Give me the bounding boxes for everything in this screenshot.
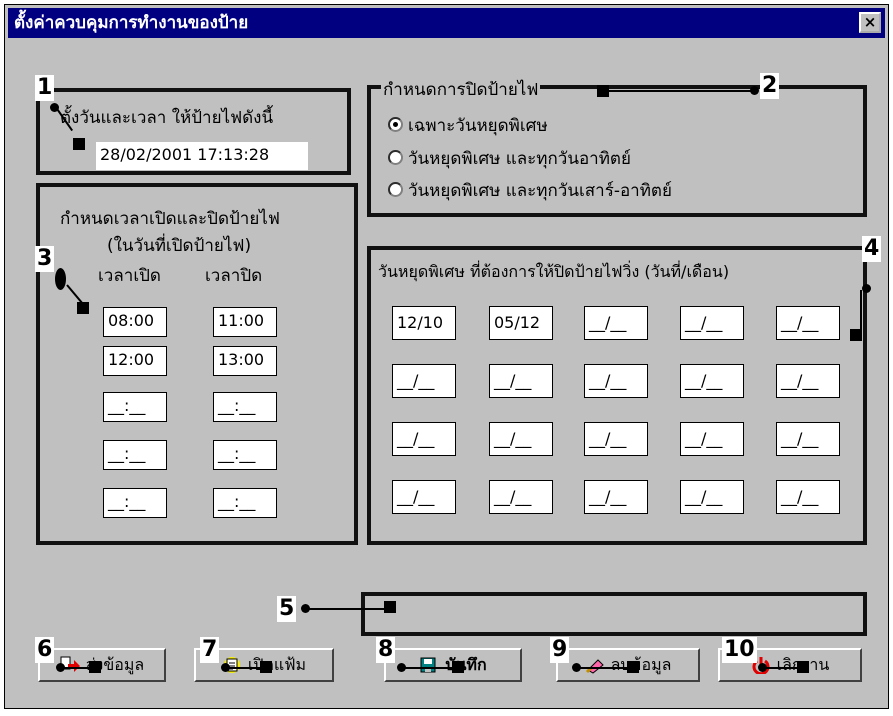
callout-4-marker [850, 329, 862, 341]
callout-2-line [602, 90, 752, 92]
holiday-date-field[interactable]: 12/10 [392, 306, 456, 340]
callout-3: 3 [35, 246, 55, 272]
time-heading-line2: (ในวันที่เปิดป้ายไฟ) [107, 236, 252, 256]
callout-7-line [225, 667, 265, 669]
holiday-date-field[interactable]: __/__ [489, 422, 553, 456]
radio-holidays-sundays[interactable] [388, 150, 403, 165]
close-time-field[interactable]: __:__ [213, 392, 277, 422]
callout-5: 5 [277, 596, 297, 622]
callout-5-line [305, 608, 390, 610]
holiday-date-field[interactable]: __/__ [776, 422, 840, 456]
callout-7-marker [260, 661, 272, 673]
radio-label-holidays-sundays[interactable]: วันหยุดพิเศษ และทุกวันอาทิตย์ [408, 145, 631, 172]
holiday-date-field[interactable]: __/__ [584, 422, 648, 456]
callout-3-marker [77, 302, 89, 314]
holiday-date-field[interactable]: __/__ [776, 306, 840, 340]
callout-8: 8 [376, 637, 396, 663]
open-time-field[interactable]: 08:00 [103, 307, 167, 337]
save-icon [419, 656, 439, 674]
close-time-field[interactable]: __:__ [213, 488, 277, 518]
callout-6-marker [89, 661, 101, 673]
callout-5-marker [384, 601, 396, 613]
open-time-field[interactable]: __:__ [103, 440, 167, 470]
status-frame [361, 592, 867, 636]
holiday-date-field[interactable]: __/__ [392, 364, 456, 398]
close-time-field[interactable]: 13:00 [213, 346, 277, 376]
radio-special-holidays[interactable] [388, 117, 403, 132]
datetime-label: ตั้งวันและเวลา ให้ป้ายไฟดังนี้ [60, 108, 274, 128]
callout-4-dot [862, 284, 871, 293]
holiday-date-field[interactable]: __/__ [392, 480, 456, 514]
callout-2: 2 [760, 73, 780, 99]
close-mode-legend: กำหนดการปิดป้ายไฟ [381, 76, 541, 103]
open-time-field[interactable]: 12:00 [103, 346, 167, 376]
window-title: ตั้งค่าควบคุมการทำงานของป้าย [14, 13, 249, 33]
holiday-date-field[interactable]: __/__ [680, 306, 744, 340]
holiday-date-field[interactable]: __/__ [680, 364, 744, 398]
close-time-field[interactable]: 11:00 [213, 307, 277, 337]
title-bar: ตั้งค่าควบคุมการทำงานของป้าย × [8, 8, 885, 38]
holiday-date-field[interactable]: __/__ [584, 306, 648, 340]
callout-1: 1 [35, 75, 55, 101]
callout-4-line [860, 290, 862, 330]
callout-2-marker [597, 85, 609, 97]
callout-3-dot [55, 268, 66, 290]
callout-10-line [762, 667, 802, 669]
callout-1-marker [73, 138, 85, 150]
open-time-field[interactable]: __:__ [103, 488, 167, 518]
radio-label-special-holidays[interactable]: เฉพาะวันหยุดพิเศษ [408, 112, 548, 139]
callout-8-marker [452, 661, 464, 673]
open-time-header: เวลาเปิด [98, 266, 161, 286]
holiday-heading: วันหยุดพิเศษ ที่ต้องการให้ปิดป้ายไฟวิ่ง … [378, 262, 730, 281]
holiday-date-field[interactable]: __/__ [584, 364, 648, 398]
open-time-field[interactable]: __:__ [103, 392, 167, 422]
callout-10-marker [797, 661, 809, 673]
datetime-field[interactable]: 28/02/2001 17:13:28 [96, 142, 308, 170]
radio-label-holidays-weekends[interactable]: วันหยุดพิเศษ และทุกวันเสาร์-อาทิตย์ [408, 177, 672, 204]
close-button[interactable]: × [859, 12, 881, 33]
eraser-icon [585, 656, 605, 674]
holiday-date-field[interactable]: __/__ [489, 364, 553, 398]
callout-9-line [576, 667, 632, 669]
holiday-date-field[interactable]: __/__ [584, 480, 648, 514]
callout-8-line [401, 667, 456, 669]
holiday-date-field[interactable]: __/__ [680, 422, 744, 456]
callout-9-marker [627, 661, 639, 673]
callout-9: 9 [550, 637, 570, 663]
callout-7: 7 [200, 637, 220, 663]
time-heading-line1: กำหนดเวลาเปิดและปิดป้ายไฟ [60, 209, 280, 229]
callout-6: 6 [35, 637, 55, 663]
holiday-date-field[interactable]: __/__ [392, 422, 456, 456]
close-time-field[interactable]: __:__ [213, 440, 277, 470]
radio-holidays-weekends[interactable] [388, 182, 403, 197]
callout-10: 10 [722, 637, 757, 663]
holiday-date-field[interactable]: __/__ [776, 480, 840, 514]
close-time-header: เวลาปิด [205, 266, 263, 286]
holiday-date-field[interactable]: 05/12 [489, 306, 553, 340]
callout-4: 4 [862, 236, 882, 262]
open-file-label: เปิดแฟ้ม [247, 654, 307, 674]
delete-data-label: ลบข้อมูล [610, 654, 672, 674]
holiday-date-field[interactable]: __/__ [776, 364, 840, 398]
holiday-date-field[interactable]: __/__ [680, 480, 744, 514]
holiday-date-field[interactable]: __/__ [489, 480, 553, 514]
